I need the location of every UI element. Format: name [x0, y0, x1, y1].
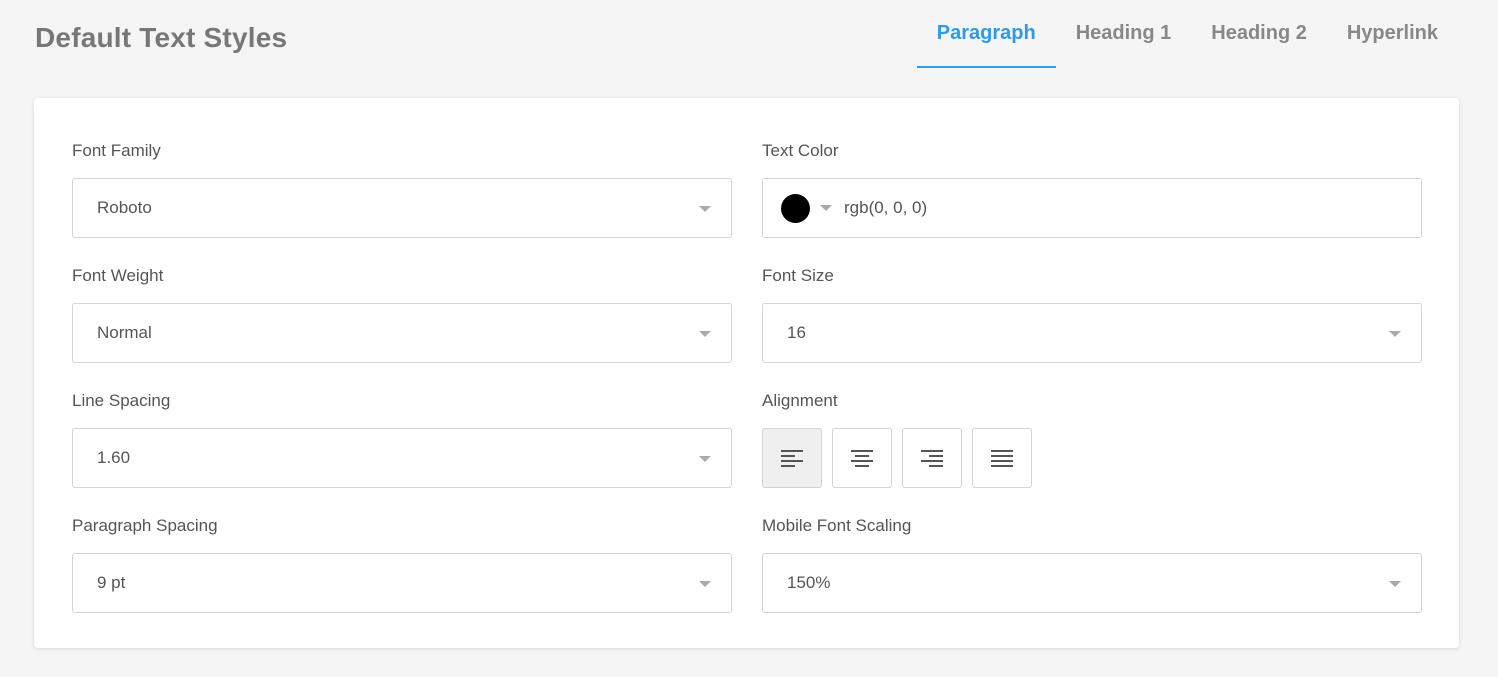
- tab-heading-1[interactable]: Heading 1: [1056, 0, 1192, 68]
- text-color-field: Text Color rgb(0, 0, 0): [762, 140, 1422, 238]
- align-justify-button[interactable]: [972, 428, 1032, 488]
- font-family-label: Font Family: [72, 141, 161, 160]
- text-color-value[interactable]: rgb(0, 0, 0): [844, 198, 927, 218]
- font-size-label: Font Size: [762, 266, 834, 285]
- font-family-select[interactable]: Roboto: [72, 178, 732, 238]
- chevron-down-icon: [1389, 581, 1401, 587]
- text-color-label: Text Color: [762, 141, 839, 160]
- color-swatch[interactable]: [781, 193, 810, 223]
- line-spacing-select[interactable]: 1.60: [72, 428, 732, 488]
- paragraph-spacing-label: Paragraph Spacing: [72, 516, 218, 535]
- align-left-icon: [781, 450, 803, 467]
- font-weight-field: Font Weight Normal: [72, 265, 732, 363]
- align-center-icon: [851, 450, 873, 467]
- line-spacing-value: 1.60: [97, 448, 131, 467]
- font-size-field: Font Size 16: [762, 265, 1422, 363]
- mobile-font-scaling-field: Mobile Font Scaling 150%: [762, 515, 1422, 613]
- font-weight-value: Normal: [97, 323, 152, 342]
- style-tabs: Paragraph Heading 1 Heading 2 Hyperlink: [916, 0, 1458, 68]
- align-right-button[interactable]: [902, 428, 962, 488]
- line-spacing-label: Line Spacing: [72, 391, 171, 410]
- font-size-value: 16: [787, 323, 806, 342]
- chevron-down-icon: [699, 206, 711, 212]
- text-color-picker[interactable]: rgb(0, 0, 0): [762, 178, 1422, 238]
- mobile-font-scaling-select[interactable]: 150%: [762, 553, 1422, 613]
- tab-paragraph[interactable]: Paragraph: [916, 0, 1056, 68]
- line-spacing-field: Line Spacing 1.60: [72, 390, 732, 488]
- mobile-font-scaling-label: Mobile Font Scaling: [762, 516, 912, 535]
- chevron-down-icon: [699, 581, 711, 587]
- alignment-label: Alignment: [762, 391, 838, 410]
- alignment-button-group: [762, 428, 1422, 488]
- font-family-field: Font Family Roboto: [72, 140, 732, 238]
- alignment-field: Alignment: [762, 390, 1422, 488]
- font-weight-label: Font Weight: [72, 266, 164, 285]
- align-left-button[interactable]: [762, 428, 822, 488]
- text-style-settings-card: Font Family Roboto Text Color rgb(0, 0, …: [34, 98, 1459, 648]
- paragraph-spacing-value: 9 pt: [97, 573, 126, 592]
- paragraph-spacing-field: Paragraph Spacing 9 pt: [72, 515, 732, 613]
- paragraph-spacing-select[interactable]: 9 pt: [72, 553, 732, 613]
- align-center-button[interactable]: [832, 428, 892, 488]
- font-family-value: Roboto: [97, 198, 152, 217]
- align-justify-icon: [991, 450, 1013, 467]
- chevron-down-icon: [699, 456, 711, 462]
- tab-hyperlink[interactable]: Hyperlink: [1327, 0, 1458, 68]
- chevron-down-icon: [1389, 331, 1401, 337]
- chevron-down-icon: [699, 331, 711, 337]
- font-weight-select[interactable]: Normal: [72, 303, 732, 363]
- font-size-select[interactable]: 16: [762, 303, 1422, 363]
- page-title: Default Text Styles: [35, 22, 288, 53]
- tab-heading-2[interactable]: Heading 2: [1191, 0, 1327, 68]
- mobile-font-scaling-value: 150%: [787, 573, 831, 592]
- chevron-down-icon[interactable]: [820, 205, 832, 211]
- align-right-icon: [921, 450, 943, 467]
